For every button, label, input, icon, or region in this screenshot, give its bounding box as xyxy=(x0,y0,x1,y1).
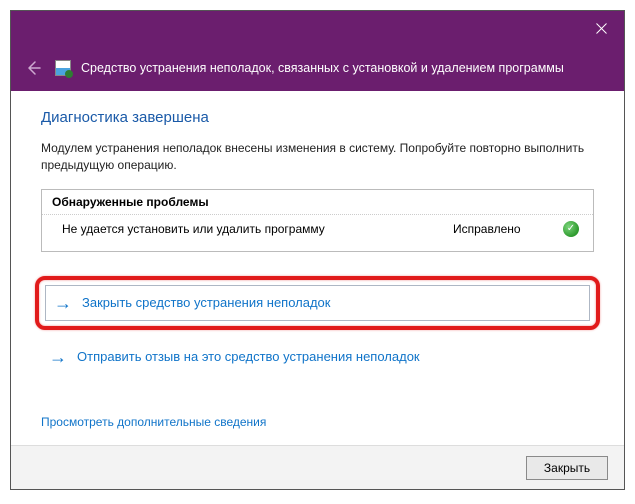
footer: Закрыть xyxy=(11,445,624,489)
dialog-window: Средство устранения неполадок, связанных… xyxy=(10,10,625,490)
sub-header: Средство устранения неполадок, связанных… xyxy=(11,45,624,91)
problems-header: Обнаруженные проблемы xyxy=(42,190,593,215)
header-title: Средство устранения неполадок, связанных… xyxy=(81,61,564,75)
back-button[interactable] xyxy=(21,56,45,80)
send-feedback-link[interactable]: → Отправить отзыв на это средство устран… xyxy=(45,340,596,374)
more-info-link[interactable]: Просмотреть дополнительные сведения xyxy=(41,415,594,429)
back-arrow-icon xyxy=(24,59,42,77)
troubleshooter-icon xyxy=(55,60,71,76)
problem-status: Исправлено xyxy=(453,222,563,236)
problems-box: Обнаруженные проблемы Не удается установ… xyxy=(41,189,594,252)
close-troubleshooter-label: Закрыть средство устранения неполадок xyxy=(82,295,330,310)
close-troubleshooter-link[interactable]: → Закрыть средство устранения неполадок xyxy=(45,285,590,321)
window-close-button[interactable] xyxy=(578,11,624,45)
problem-row: Не удается установить или удалить програ… xyxy=(42,215,593,251)
close-icon xyxy=(596,23,607,34)
send-feedback-label: Отправить отзыв на это средство устранен… xyxy=(77,349,420,364)
titlebar xyxy=(11,11,624,45)
arrow-right-icon: → xyxy=(54,294,72,312)
close-button[interactable]: Закрыть xyxy=(526,456,608,480)
section-title: Диагностика завершена xyxy=(41,109,594,126)
highlighted-region: → Закрыть средство устранения неполадок xyxy=(35,276,600,330)
description-text: Модулем устранения неполадок внесены изм… xyxy=(41,140,594,175)
check-icon: ✓ xyxy=(563,221,579,237)
problem-name: Не удается установить или удалить програ… xyxy=(62,222,453,236)
arrow-right-icon: → xyxy=(49,348,67,366)
content-area: Диагностика завершена Модулем устранения… xyxy=(11,91,624,445)
